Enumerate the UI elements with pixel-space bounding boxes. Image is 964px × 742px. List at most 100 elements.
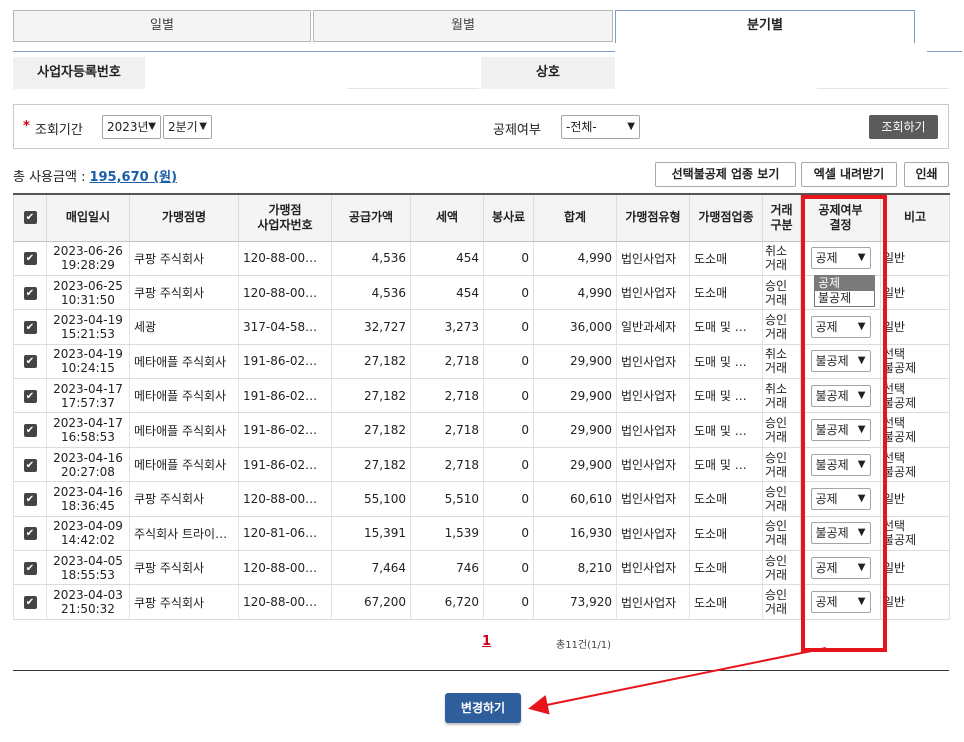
supply-cell: 7,464 bbox=[331, 550, 411, 586]
table-row[interactable]: ✔ 2023-04-03 21:50:32 쿠팡 주식회사 120-88-00… … bbox=[13, 584, 950, 620]
deduction-select[interactable]: -전체- ▼ bbox=[561, 115, 640, 139]
note-line2: 불공제 bbox=[883, 464, 917, 479]
excel-download-button[interactable]: 엑셀 내려받기 bbox=[801, 162, 897, 187]
row-checkbox[interactable]: ✔ bbox=[23, 596, 37, 610]
table-row[interactable]: ✔ 2023-04-09 14:42:02 주식회사 트라이… 120-81-06… bbox=[13, 516, 950, 552]
tab-quarterly[interactable]: 분기별 bbox=[615, 10, 915, 43]
table-row[interactable]: ✔ 2023-04-17 17:57:37 메타애플 주식회사 191-86-02… bbox=[13, 378, 950, 414]
page-1-link[interactable]: 1 bbox=[482, 634, 491, 649]
merchant-industry-cell: 도소매 bbox=[689, 275, 763, 311]
txn-type-cell: 승인 거래 bbox=[762, 275, 801, 311]
row-select-cell[interactable]: ✔ bbox=[13, 378, 47, 414]
business-reg-value bbox=[347, 57, 479, 89]
deduct-decision-cell[interactable]: 불공제 ▼ bbox=[800, 344, 881, 380]
row-checkbox[interactable]: ✔ bbox=[23, 320, 37, 334]
table-row[interactable]: ✔ 2023-04-16 18:36:45 쿠팡 주식회사 120-88-00… … bbox=[13, 481, 950, 517]
deduct-select[interactable]: 불공제 ▼ bbox=[810, 350, 871, 373]
merchant-cell: 쿠팡 주식회사 bbox=[129, 481, 239, 517]
deduct-select[interactable]: 공제 ▼ bbox=[810, 591, 871, 614]
deduct-decision-cell[interactable]: 불공제 ▼ bbox=[800, 516, 881, 552]
deduct-decision-cell[interactable]: 불공제 ▼ bbox=[800, 412, 881, 448]
row-select-cell[interactable]: ✔ bbox=[13, 309, 47, 345]
view-non-deduct-button[interactable]: 선택불공제 업종 보기 bbox=[655, 162, 796, 187]
deduct-select[interactable]: 불공제 ▼ bbox=[810, 453, 871, 476]
select-all-checkbox[interactable]: ✔ bbox=[23, 211, 37, 225]
deduct-decision-cell[interactable]: 공제 ▼ bbox=[800, 550, 881, 586]
purchase-date: 2023-04-17 bbox=[53, 416, 123, 431]
deduct-decision-cell[interactable]: 공제 ▼ bbox=[800, 309, 881, 345]
deduct-select[interactable]: 공제 ▼ bbox=[810, 487, 871, 510]
txn-type-cell: 승인 거래 bbox=[762, 516, 801, 552]
deduction-select-value: -전체- bbox=[566, 120, 597, 134]
merchant-industry-cell: 도소매 bbox=[689, 550, 763, 586]
table-row[interactable]: ✔ 2023-06-26 19:28:29 쿠팡 주식회사 120-88-00… … bbox=[13, 241, 950, 276]
total-amount-link[interactable]: 195,670 (원) bbox=[89, 170, 177, 185]
row-select-cell[interactable]: ✔ bbox=[13, 584, 47, 620]
deduct-decision-cell[interactable]: 불공제 ▼ bbox=[800, 447, 881, 483]
table-row[interactable]: ✔ 2023-04-19 15:21:53 세광 317-04-58… 32,72… bbox=[13, 309, 950, 345]
row-checkbox[interactable]: ✔ bbox=[23, 355, 37, 369]
note-cell: 일반 bbox=[880, 481, 950, 517]
deduct-decision-cell[interactable]: 공제 ▼ bbox=[800, 241, 881, 276]
deduct-decision-cell[interactable]: 공제 ▼ bbox=[800, 584, 881, 620]
row-select-cell[interactable]: ✔ bbox=[13, 550, 47, 586]
chevron-down-icon: ▼ bbox=[857, 492, 866, 504]
dropdown-option-non-deduct[interactable]: 불공제 bbox=[815, 291, 874, 306]
deduct-select[interactable]: 불공제 ▼ bbox=[810, 522, 871, 545]
col-deduct-line2: 결정 bbox=[829, 217, 852, 232]
purchase-date: 2023-04-05 bbox=[53, 553, 123, 568]
table-row[interactable]: ✔ 2023-04-16 20:27:08 메타애플 주식회사 191-86-02… bbox=[13, 447, 950, 483]
total-cell: 29,900 bbox=[533, 378, 617, 414]
row-checkbox[interactable]: ✔ bbox=[23, 492, 37, 506]
txn-type-line1: 승인 bbox=[765, 312, 788, 327]
row-select-cell[interactable]: ✔ bbox=[13, 275, 47, 311]
table-row[interactable]: ✔ 2023-04-17 16:58:53 메타애플 주식회사 191-86-02… bbox=[13, 412, 950, 448]
search-button[interactable]: 조회하기 bbox=[869, 115, 938, 139]
row-select-cell[interactable]: ✔ bbox=[13, 481, 47, 517]
deduct-select[interactable]: 불공제 ▼ bbox=[810, 384, 871, 407]
deduct-decision-cell[interactable]: 불공제 ▼ bbox=[800, 378, 881, 414]
row-checkbox[interactable]: ✔ bbox=[23, 252, 37, 266]
merchant-type-cell: 법인사업자 bbox=[616, 584, 690, 620]
purchase-time: 20:27:08 bbox=[61, 464, 115, 479]
row-checkbox[interactable]: ✔ bbox=[23, 286, 37, 300]
dropdown-option-deduct[interactable]: 공제 bbox=[815, 276, 874, 291]
purchase-date: 2023-04-17 bbox=[53, 381, 123, 396]
txn-type-line1: 취소 bbox=[765, 244, 788, 259]
total-label: 총 사용금액 : bbox=[13, 170, 86, 185]
table-row[interactable]: ✔ 2023-06-25 10:31:50 쿠팡 주식회사 120-88-00… … bbox=[13, 275, 950, 311]
select-all-header[interactable]: ✔ bbox=[13, 193, 47, 242]
tax-cell: 454 bbox=[410, 241, 484, 276]
row-select-cell[interactable]: ✔ bbox=[13, 516, 47, 552]
tab-daily[interactable]: 일별 bbox=[13, 10, 311, 42]
deduct-select[interactable]: 공제 ▼ bbox=[810, 315, 871, 338]
row-select-cell[interactable]: ✔ bbox=[13, 447, 47, 483]
txn-type-line2: 거래 bbox=[765, 258, 788, 273]
row-checkbox[interactable]: ✔ bbox=[23, 389, 37, 403]
table-row[interactable]: ✔ 2023-04-05 18:55:53 쿠팡 주식회사 120-88-00… … bbox=[13, 550, 950, 586]
supply-cell: 4,536 bbox=[331, 275, 411, 311]
row-select-cell[interactable]: ✔ bbox=[13, 412, 47, 448]
row-select-cell[interactable]: ✔ bbox=[13, 344, 47, 380]
deduct-select-value: 불공제 bbox=[815, 423, 849, 438]
row-checkbox[interactable]: ✔ bbox=[23, 561, 37, 575]
deduct-select[interactable]: 불공제 ▼ bbox=[810, 419, 871, 442]
merchant-reg-cell: 191-86-02… bbox=[238, 378, 332, 414]
print-button[interactable]: 인쇄 bbox=[904, 162, 949, 187]
deduct-select[interactable]: 공제 ▼ bbox=[810, 556, 871, 579]
row-checkbox[interactable]: ✔ bbox=[23, 527, 37, 541]
row-checkbox[interactable]: ✔ bbox=[23, 424, 37, 438]
save-changes-button[interactable]: 변경하기 bbox=[445, 693, 521, 723]
row-checkbox[interactable]: ✔ bbox=[23, 458, 37, 472]
deduct-decision-cell[interactable]: 공제 ▼ bbox=[800, 481, 881, 517]
tax-cell: 454 bbox=[410, 275, 484, 311]
table-row[interactable]: ✔ 2023-04-19 10:24:15 메타애플 주식회사 191-86-02… bbox=[13, 344, 950, 380]
year-select[interactable]: 2023년 ▼ bbox=[102, 115, 161, 139]
merchant-cell: 쿠팡 주식회사 bbox=[129, 550, 239, 586]
tab-monthly[interactable]: 월별 bbox=[313, 10, 613, 42]
deduct-select[interactable]: 공제 ▼ bbox=[810, 247, 871, 270]
quarter-select[interactable]: 2분기 ▼ bbox=[163, 115, 212, 139]
row-select-cell[interactable]: ✔ bbox=[13, 241, 47, 276]
deduct-dropdown-list[interactable]: 공제 불공제 bbox=[814, 275, 875, 307]
col-deduct-line1: 공제여부 bbox=[818, 202, 863, 217]
